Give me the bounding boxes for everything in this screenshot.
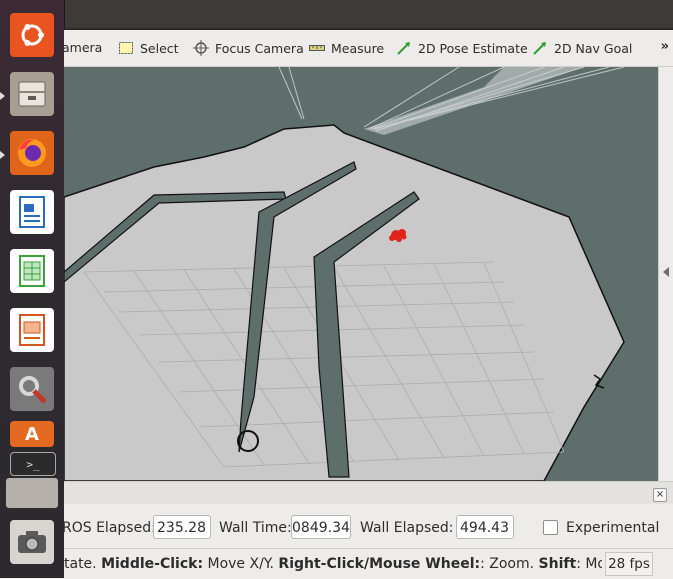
crosshair-icon	[193, 40, 209, 56]
wall-elapsed-label: Wall Elapsed:	[360, 520, 454, 536]
green-arrow-icon	[396, 40, 412, 56]
tool-label: 2D Nav Goal	[554, 40, 633, 56]
hint-middle-click: Middle-Click:	[101, 556, 204, 572]
window-title-bar	[0, 0, 673, 30]
tool-select[interactable]: Select	[118, 40, 179, 56]
calc-icon	[10, 249, 54, 293]
status-bar: tate. Middle-Click: Move X/Y. Right-Clic…	[64, 548, 673, 579]
experimental-label: Experimental	[566, 520, 660, 536]
hint-right-text: : Zoom.	[480, 556, 539, 572]
unity-launcher: A >_	[0, 0, 64, 578]
calc-launcher-button[interactable]	[5, 244, 59, 298]
tool-2d-nav-goal[interactable]: 2D Nav Goal	[532, 40, 632, 56]
rviz-toolbar: amera Select Focus Camera Measure 2D Pos…	[62, 30, 673, 67]
files-launcher-button[interactable]	[5, 67, 59, 121]
collapse-arrow-icon[interactable]	[663, 267, 669, 277]
settings-launcher-button[interactable]	[5, 362, 59, 416]
tool-2d-pose-estimate[interactable]: 2D Pose Estimate	[396, 40, 528, 56]
wall-time-field[interactable]: 0849.34	[291, 515, 351, 539]
firefox-launcher-button[interactable]	[5, 126, 59, 180]
hint-shift-text: : More op	[576, 556, 602, 572]
tool-label: amera	[62, 40, 103, 55]
time-panel-header: ×	[64, 481, 673, 504]
tool-label: 2D Pose Estimate	[418, 40, 528, 56]
firefox-icon	[10, 131, 54, 175]
camera-launcher-button[interactable]	[5, 515, 59, 569]
tool-label: Focus Camera	[215, 40, 304, 56]
wall-elapsed-field[interactable]: 494.43	[456, 515, 514, 539]
ubuntu-dash-button[interactable]	[5, 8, 59, 62]
wall-time-label: Wall Time:	[219, 520, 292, 536]
hint-middle-text: Move X/Y.	[203, 556, 279, 572]
tool-interact-camera[interactable]: amera	[62, 40, 102, 55]
occupancy-map	[64, 67, 625, 481]
experimental-checkbox[interactable]	[543, 520, 558, 535]
close-icon[interactable]: ×	[653, 488, 667, 502]
select-box-icon	[118, 40, 134, 56]
hint-right-click: Right-Click/Mouse Wheel:	[278, 556, 481, 572]
time-panel: ROS Elapsed: 235.28 Wall Time: 0849.34 W…	[62, 504, 673, 548]
files-icon	[10, 72, 54, 116]
fps-counter: 28 fps	[605, 552, 653, 576]
tool-label: Select	[140, 40, 179, 56]
hint-shift: Shift	[538, 556, 577, 572]
view-side-scroll[interactable]	[658, 67, 673, 481]
impress-icon	[10, 308, 54, 352]
writer-launcher-button[interactable]	[5, 185, 59, 239]
software-store-launcher-button[interactable]: A	[5, 418, 59, 448]
green-arrow-icon	[532, 40, 548, 56]
impress-launcher-button[interactable]	[5, 303, 59, 357]
writer-icon	[10, 190, 54, 234]
camera-icon	[10, 520, 54, 564]
ubuntu-dash-icon	[10, 13, 54, 57]
toolbar-overflow-button[interactable]: »	[661, 39, 669, 54]
software-store-icon: A	[10, 421, 54, 447]
status-hint: tate. Middle-Click: Move X/Y. Right-Clic…	[64, 556, 602, 572]
settings-icon	[10, 367, 54, 411]
terminal-icon: >_	[10, 452, 56, 476]
tool-measure[interactable]: Measure	[309, 40, 384, 56]
ros-elapsed-label: ROS Elapsed:	[62, 520, 156, 536]
tool-focus-camera[interactable]: Focus Camera	[193, 40, 304, 56]
terminal-launcher-button[interactable]: >_	[5, 448, 59, 478]
hint-prefix: tate.	[64, 556, 102, 572]
stacked-launcher-items[interactable]	[6, 478, 58, 508]
tool-label: Measure	[331, 40, 385, 56]
ros-elapsed-field[interactable]: 235.28	[153, 515, 211, 539]
ruler-icon	[309, 40, 325, 56]
rviz-3d-view[interactable]	[64, 67, 658, 481]
